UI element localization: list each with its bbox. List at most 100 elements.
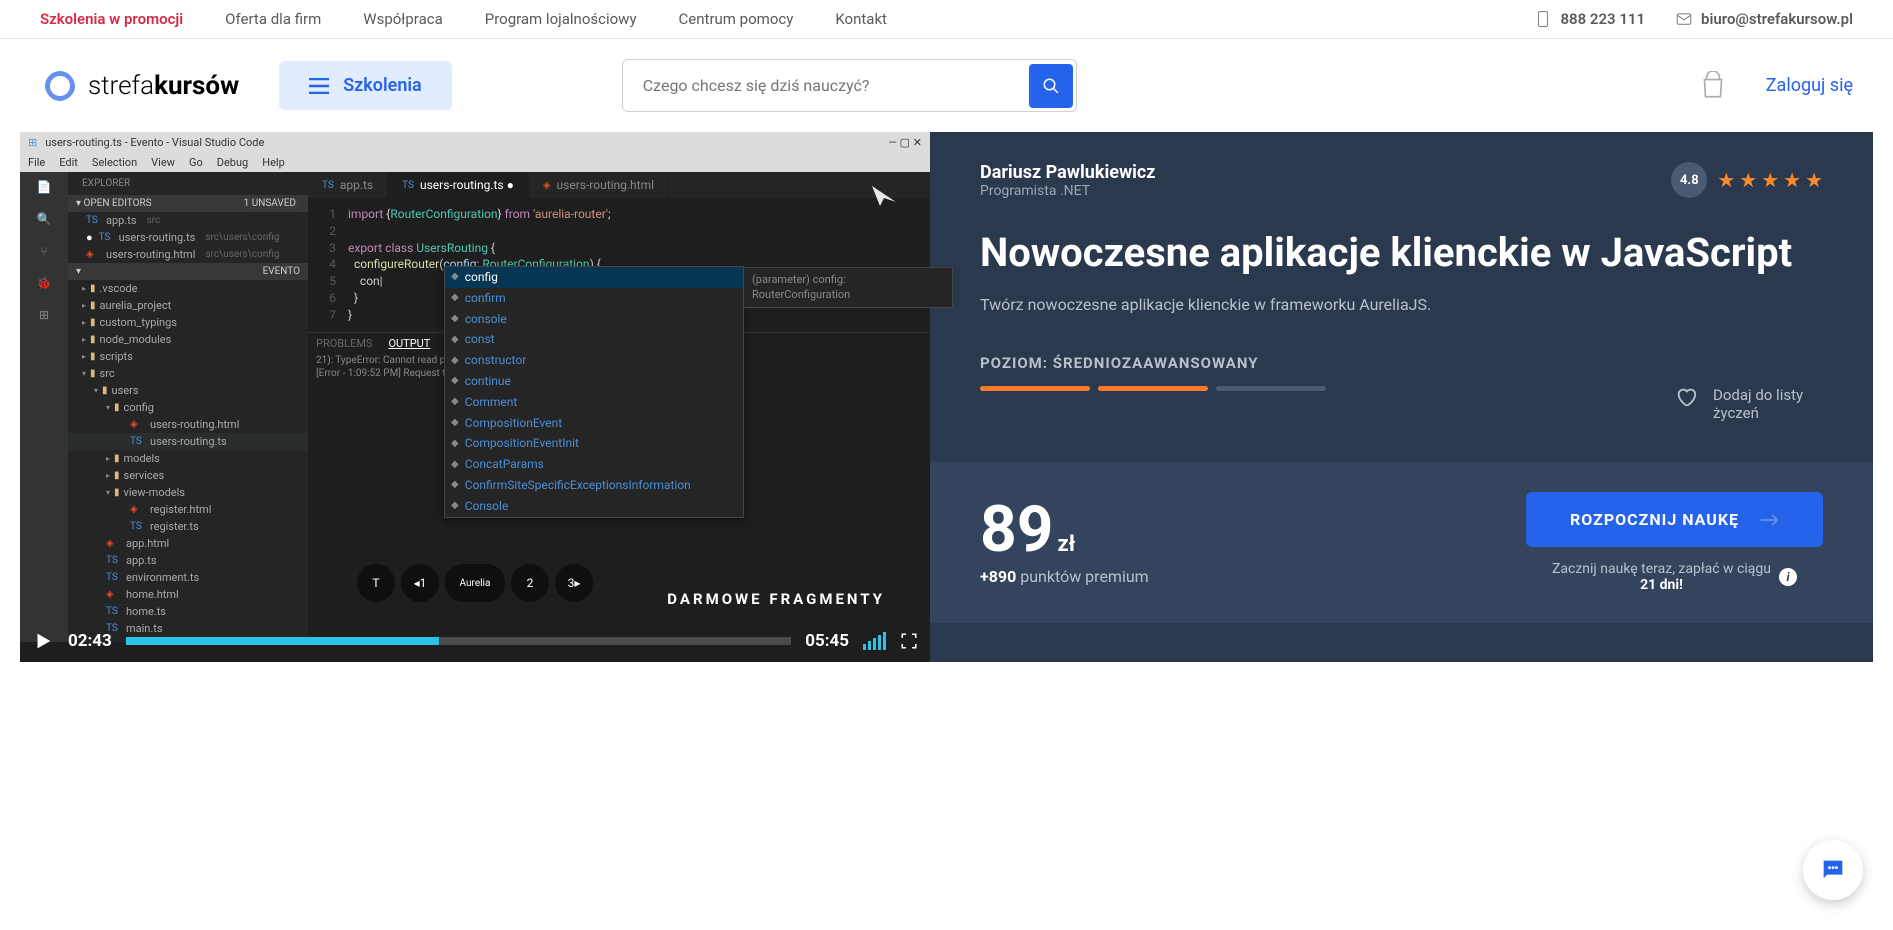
float-3[interactable]: 3▸ xyxy=(555,564,593,602)
folder-item[interactable]: ▮ models xyxy=(68,450,308,467)
nav-kontakt[interactable]: Kontakt xyxy=(835,10,887,28)
search-input[interactable] xyxy=(623,60,1026,111)
price: 89 zł xyxy=(980,492,1149,567)
intellisense-item[interactable]: ◆ console xyxy=(445,309,743,330)
video-controls: 02:43 05:45 xyxy=(20,620,930,662)
chat-button[interactable] xyxy=(1803,840,1863,900)
editor-tab[interactable]: TS app.ts xyxy=(308,172,388,198)
intellisense-item[interactable]: ◆ ConfirmSiteSpecificExceptionsInformati… xyxy=(445,475,743,496)
project-section[interactable]: ▾ EVENTO xyxy=(68,263,308,280)
nav-oferta[interactable]: Oferta dla firm xyxy=(225,10,321,28)
nav-promo[interactable]: Szkolenia w promocji xyxy=(40,10,183,28)
volume-control[interactable] xyxy=(863,632,886,650)
email-text: biuro@strefakursow.pl xyxy=(1701,10,1853,28)
menu-go[interactable]: Go xyxy=(189,156,203,169)
szkolenia-button[interactable]: Szkolenia xyxy=(279,61,452,110)
contact-phone[interactable]: 888 223 111 xyxy=(1534,10,1645,28)
editor-tab[interactable]: ◈ users-routing.html xyxy=(529,172,669,198)
intellisense-item[interactable]: ◆ Console xyxy=(445,496,743,517)
nav-wspolpraca[interactable]: Współpraca xyxy=(363,10,442,28)
explorer-icon[interactable]: 📄 xyxy=(37,180,52,194)
contact-email[interactable]: biuro@strefakursow.pl xyxy=(1675,10,1853,28)
folder-item[interactable]: ▮ view-models xyxy=(68,484,308,501)
output-tab[interactable]: OUTPUT xyxy=(388,337,430,350)
intellisense-item[interactable]: ◆ continue xyxy=(445,371,743,392)
intellisense-item[interactable]: ◆ Comment xyxy=(445,392,743,413)
extensions-icon[interactable]: ⊞ xyxy=(39,308,49,322)
phone-icon xyxy=(1534,10,1552,28)
file-item[interactable]: TS users-routing.ts xyxy=(68,433,308,450)
intellisense-item[interactable]: ◆ CompositionEventInit xyxy=(445,433,743,454)
progress-bar[interactable] xyxy=(126,637,791,645)
author-role: Programista .NET xyxy=(980,183,1155,199)
folder-item[interactable]: ▮ .vscode xyxy=(68,280,308,297)
float-t[interactable]: T xyxy=(357,564,395,602)
folder-item[interactable]: ▮ custom_typings xyxy=(68,314,308,331)
output-tab[interactable]: PROBLEMS xyxy=(316,337,372,350)
open-file-item[interactable]: ◈ users-routing.htmlsrc\users\config xyxy=(68,246,308,263)
intellisense-item[interactable]: ◆ constructor xyxy=(445,350,743,371)
nav-program[interactable]: Program lojalnościowy xyxy=(485,10,637,28)
file-item[interactable]: ◈ users-routing.html xyxy=(68,416,308,433)
float-aurelia[interactable]: Aurelia xyxy=(445,564,505,602)
info-icon[interactable]: i xyxy=(1779,568,1797,586)
nav-centrum[interactable]: Centrum pomocy xyxy=(679,10,794,28)
logo[interactable]: strefakursów xyxy=(40,66,239,106)
folder-item[interactable]: ▮ config xyxy=(68,399,308,416)
file-item[interactable]: TS environment.ts xyxy=(68,569,308,586)
file-item[interactable]: ◈ home.html xyxy=(68,586,308,603)
folder-item[interactable]: ▮ src xyxy=(68,365,308,382)
menu-selection[interactable]: Selection xyxy=(92,156,137,169)
debug-icon[interactable]: 🐞 xyxy=(37,276,52,290)
intellisense-item[interactable]: ◆ ConcatParams xyxy=(445,454,743,475)
top-bar: Szkolenia w promocji Oferta dla firm Wsp… xyxy=(0,0,1893,39)
file-item[interactable]: TS home.ts xyxy=(68,603,308,620)
menu-file[interactable]: File xyxy=(28,156,45,169)
folder-item[interactable]: ▮ scripts xyxy=(68,348,308,365)
folder-item[interactable]: ▮ node_modules xyxy=(68,331,308,348)
course-title: Nowoczesne aplikacje klienckie w JavaScr… xyxy=(980,229,1823,277)
cart-icon[interactable] xyxy=(1700,71,1726,101)
star-icon: ★ xyxy=(1739,168,1757,192)
cta-button[interactable]: ROZPOCZNIJ NAUKĘ xyxy=(1526,492,1823,547)
scm-icon[interactable]: ⑂ xyxy=(40,244,47,258)
float-1[interactable]: ◂1 xyxy=(401,564,439,602)
menu-debug[interactable]: Debug xyxy=(217,156,248,169)
cta-subtitle: Zacznij naukę teraz, zapłać w ciągu21 dn… xyxy=(1526,561,1823,593)
file-item[interactable]: TS register.ts xyxy=(68,518,308,535)
folder-item[interactable]: ▮ aurelia_project xyxy=(68,297,308,314)
folder-item[interactable]: ▮ services xyxy=(68,467,308,484)
author-name: Dariusz Pawlukiewicz xyxy=(980,162,1155,183)
intellisense-item[interactable]: ◆ confirm xyxy=(445,288,743,309)
file-item[interactable]: TS app.ts xyxy=(68,552,308,569)
open-file-item[interactable]: ●TS users-routing.tssrc\users\config xyxy=(68,229,308,246)
search-button[interactable] xyxy=(1029,64,1073,108)
intellisense-popup[interactable]: ◆ config◆ confirm◆ console◆ const◆ const… xyxy=(444,266,744,518)
search-icon xyxy=(1042,77,1060,95)
open-editors-section[interactable]: ▾ OPEN EDITORS 1 UNSAVED xyxy=(68,195,308,212)
play-button[interactable] xyxy=(32,630,54,652)
logo-text-bold: kursów xyxy=(154,71,239,101)
top-contact: 888 223 111 biuro@strefakursow.pl xyxy=(1534,10,1853,28)
folder-item[interactable]: ▮ users xyxy=(68,382,308,399)
menu-help[interactable]: Help xyxy=(262,156,285,169)
intellisense-item[interactable]: ◆ config xyxy=(445,267,743,288)
points-value: +890 xyxy=(980,567,1016,586)
intellisense-item[interactable]: ◆ CompositionEvent xyxy=(445,413,743,434)
open-file-item[interactable]: TS app.tssrc xyxy=(68,212,308,229)
menu-view[interactable]: View xyxy=(151,156,175,169)
course-desc: Twórz nowoczesne aplikacje klienckie w f… xyxy=(980,295,1823,314)
login-link[interactable]: Zaloguj się xyxy=(1766,75,1853,96)
search-activity-icon[interactable]: 🔍 xyxy=(37,212,52,226)
wishlist-button[interactable]: Dodaj do listy życzeń xyxy=(1675,386,1823,422)
level-bar-2 xyxy=(1098,386,1208,391)
editor-tab[interactable]: TS users-routing.ts ● xyxy=(388,172,529,198)
float-2[interactable]: 2 xyxy=(511,564,549,602)
file-item[interactable]: ◈ register.html xyxy=(68,501,308,518)
fullscreen-button[interactable] xyxy=(900,632,918,650)
code-editor[interactable]: 1import {RouterConfiguration} from 'aure… xyxy=(308,198,930,332)
menu-edit[interactable]: Edit xyxy=(59,156,78,169)
header: strefakursów Szkolenia Zaloguj się xyxy=(0,39,1893,132)
intellisense-item[interactable]: ◆ const xyxy=(445,329,743,350)
file-item[interactable]: ◈ app.html xyxy=(68,535,308,552)
